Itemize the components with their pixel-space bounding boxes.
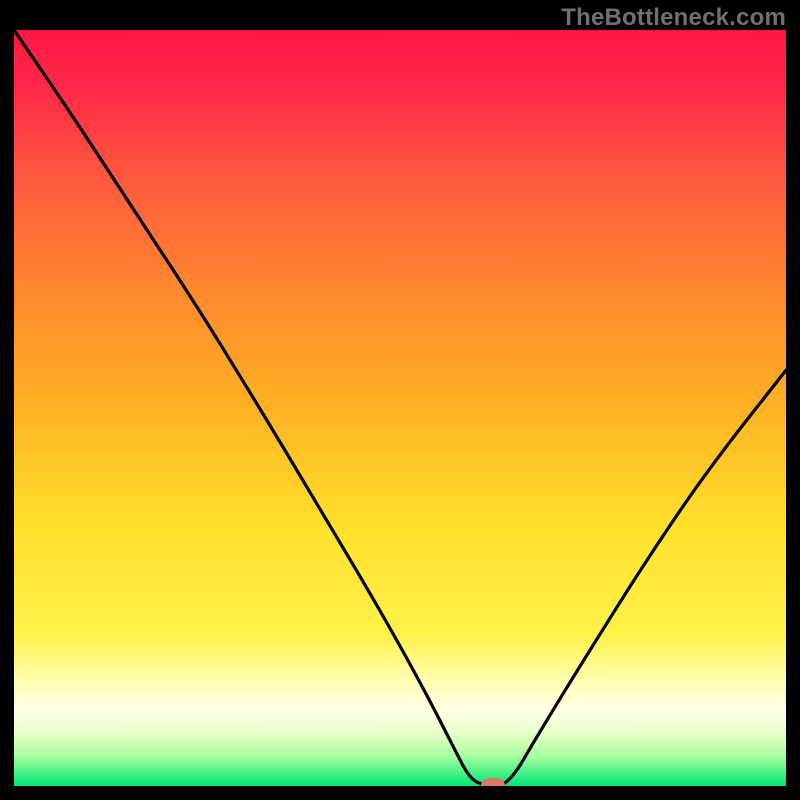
min-point-marker	[481, 778, 505, 786]
watermark-text: TheBottleneck.com	[561, 4, 786, 32]
curve-svg	[14, 30, 786, 786]
bottleneck-curve-path	[14, 30, 786, 786]
chart-container: TheBottleneck.com	[0, 0, 800, 800]
plot-area	[14, 30, 786, 786]
